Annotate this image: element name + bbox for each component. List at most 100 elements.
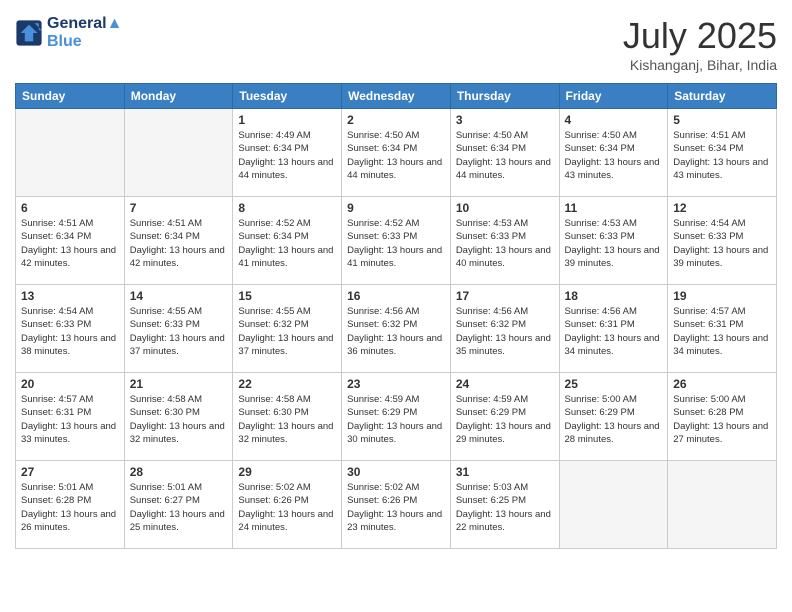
calendar-cell: 21 Sunrise: 4:58 AM Sunset: 6:30 PM Dayli…	[124, 373, 233, 461]
weekday-header-row: SundayMondayTuesdayWednesdayThursdayFrid…	[16, 84, 777, 109]
week-row-1: 1Sunrise: 4:49 AM Sunset: 6:34 PM Daylig…	[16, 109, 777, 197]
day-number: 27	[21, 465, 119, 479]
day-number: 24	[456, 377, 554, 391]
day-info: Sunrise: 5:00 AM Sunset: 6:28 PM Dayligh…	[673, 393, 771, 446]
day-info: Sunrise: 4:57 AM Sunset: 6:31 PM Dayligh…	[673, 305, 771, 358]
weekday-header-tuesday: Tuesday	[233, 84, 342, 109]
day-number: 29	[238, 465, 336, 479]
calendar-cell: 14 Sunrise: 4:55 AM Sunset: 6:33 PM Dayli…	[124, 285, 233, 373]
calendar-cell: 10 Sunrise: 4:53 AM Sunset: 6:33 PM Dayli…	[450, 197, 559, 285]
day-info: Sunrise: 5:02 AM Sunset: 6:26 PM Dayligh…	[238, 481, 336, 534]
day-number: 20	[21, 377, 119, 391]
calendar-cell: 9Sunrise: 4:52 AM Sunset: 6:33 PM Daylig…	[342, 197, 451, 285]
calendar-cell: 5 Sunrise: 4:51 AM Sunset: 6:34 PM Daylig…	[668, 109, 777, 197]
day-number: 21	[130, 377, 228, 391]
day-info: Sunrise: 4:51 AM Sunset: 6:34 PM Dayligh…	[130, 217, 228, 270]
calendar-cell: 24 Sunrise: 4:59 AM Sunset: 6:29 PM Dayli…	[450, 373, 559, 461]
week-row-5: 27Sunrise: 5:01 AM Sunset: 6:28 PM Dayli…	[16, 461, 777, 549]
day-info: Sunrise: 4:50 AM Sunset: 6:34 PM Dayligh…	[565, 129, 663, 182]
day-number: 2	[347, 113, 445, 127]
calendar-cell: 18 Sunrise: 4:56 AM Sunset: 6:31 PM Dayli…	[559, 285, 668, 373]
day-info: Sunrise: 4:51 AM Sunset: 6:34 PM Dayligh…	[673, 129, 771, 182]
day-info: Sunrise: 4:49 AM Sunset: 6:34 PM Dayligh…	[238, 129, 336, 182]
week-row-4: 20 Sunrise: 4:57 AM Sunset: 6:31 PM Dayli…	[16, 373, 777, 461]
day-info: Sunrise: 4:58 AM Sunset: 6:30 PM Dayligh…	[130, 393, 228, 446]
month-title: July 2025	[623, 15, 777, 57]
calendar-cell: 4 Sunrise: 4:50 AM Sunset: 6:34 PM Daylig…	[559, 109, 668, 197]
logo: General▲ Blue	[15, 15, 122, 52]
day-number: 23	[347, 377, 445, 391]
calendar-cell: 8Sunrise: 4:52 AM Sunset: 6:34 PM Daylig…	[233, 197, 342, 285]
day-info: Sunrise: 4:54 AM Sunset: 6:33 PM Dayligh…	[21, 305, 119, 358]
day-number: 25	[565, 377, 663, 391]
calendar-cell	[124, 109, 233, 197]
day-number: 22	[238, 377, 336, 391]
day-info: Sunrise: 4:54 AM Sunset: 6:33 PM Dayligh…	[673, 217, 771, 270]
day-number: 15	[238, 289, 336, 303]
header: General▲ Blue July 2025 Kishanganj, Biha…	[15, 15, 777, 73]
calendar-cell: 22 Sunrise: 4:58 AM Sunset: 6:30 PM Dayli…	[233, 373, 342, 461]
calendar-cell: 6 Sunrise: 4:51 AM Sunset: 6:34 PM Daylig…	[16, 197, 125, 285]
day-info: Sunrise: 4:57 AM Sunset: 6:31 PM Dayligh…	[21, 393, 119, 446]
day-info: Sunrise: 4:50 AM Sunset: 6:34 PM Dayligh…	[347, 129, 445, 182]
calendar-cell: 16Sunrise: 4:56 AM Sunset: 6:32 PM Dayli…	[342, 285, 451, 373]
day-info: Sunrise: 4:51 AM Sunset: 6:34 PM Dayligh…	[21, 217, 119, 270]
week-row-2: 6 Sunrise: 4:51 AM Sunset: 6:34 PM Daylig…	[16, 197, 777, 285]
day-number: 18	[565, 289, 663, 303]
calendar-cell: 23 Sunrise: 4:59 AM Sunset: 6:29 PM Dayli…	[342, 373, 451, 461]
day-number: 6	[21, 201, 119, 215]
day-info: Sunrise: 5:01 AM Sunset: 6:27 PM Dayligh…	[130, 481, 228, 534]
day-info: Sunrise: 4:55 AM Sunset: 6:32 PM Dayligh…	[238, 305, 336, 358]
weekday-header-monday: Monday	[124, 84, 233, 109]
day-number: 7	[130, 201, 228, 215]
calendar-cell: 25 Sunrise: 5:00 AM Sunset: 6:29 PM Dayli…	[559, 373, 668, 461]
day-number: 4	[565, 113, 663, 127]
calendar-cell: 31 Sunrise: 5:03 AM Sunset: 6:25 PM Dayli…	[450, 461, 559, 549]
day-number: 10	[456, 201, 554, 215]
calendar-cell	[559, 461, 668, 549]
calendar-cell: 12 Sunrise: 4:54 AM Sunset: 6:33 PM Dayli…	[668, 197, 777, 285]
day-info: Sunrise: 4:55 AM Sunset: 6:33 PM Dayligh…	[130, 305, 228, 358]
day-number: 3	[456, 113, 554, 127]
day-info: Sunrise: 4:59 AM Sunset: 6:29 PM Dayligh…	[456, 393, 554, 446]
week-row-3: 13Sunrise: 4:54 AM Sunset: 6:33 PM Dayli…	[16, 285, 777, 373]
day-info: Sunrise: 4:50 AM Sunset: 6:34 PM Dayligh…	[456, 129, 554, 182]
day-number: 28	[130, 465, 228, 479]
weekday-header-wednesday: Wednesday	[342, 84, 451, 109]
calendar-cell: 30 Sunrise: 5:02 AM Sunset: 6:26 PM Dayli…	[342, 461, 451, 549]
day-number: 19	[673, 289, 771, 303]
day-info: Sunrise: 4:59 AM Sunset: 6:29 PM Dayligh…	[347, 393, 445, 446]
day-info: Sunrise: 4:53 AM Sunset: 6:33 PM Dayligh…	[456, 217, 554, 270]
calendar-cell	[16, 109, 125, 197]
day-info: Sunrise: 4:58 AM Sunset: 6:30 PM Dayligh…	[238, 393, 336, 446]
calendar-cell	[668, 461, 777, 549]
calendar-cell: 2 Sunrise: 4:50 AM Sunset: 6:34 PM Daylig…	[342, 109, 451, 197]
day-info: Sunrise: 4:52 AM Sunset: 6:33 PM Dayligh…	[347, 217, 445, 270]
title-section: July 2025 Kishanganj, Bihar, India	[623, 15, 777, 73]
day-info: Sunrise: 5:00 AM Sunset: 6:29 PM Dayligh…	[565, 393, 663, 446]
day-number: 5	[673, 113, 771, 127]
calendar-cell: 3 Sunrise: 4:50 AM Sunset: 6:34 PM Daylig…	[450, 109, 559, 197]
day-number: 31	[456, 465, 554, 479]
logo-icon	[15, 19, 43, 47]
calendar-page: General▲ Blue July 2025 Kishanganj, Biha…	[0, 0, 792, 612]
day-info: Sunrise: 5:02 AM Sunset: 6:26 PM Dayligh…	[347, 481, 445, 534]
day-info: Sunrise: 4:56 AM Sunset: 6:32 PM Dayligh…	[347, 305, 445, 358]
day-number: 14	[130, 289, 228, 303]
day-info: Sunrise: 5:03 AM Sunset: 6:25 PM Dayligh…	[456, 481, 554, 534]
calendar-cell: 27Sunrise: 5:01 AM Sunset: 6:28 PM Dayli…	[16, 461, 125, 549]
calendar-cell: 15 Sunrise: 4:55 AM Sunset: 6:32 PM Dayli…	[233, 285, 342, 373]
day-info: Sunrise: 4:56 AM Sunset: 6:31 PM Dayligh…	[565, 305, 663, 358]
day-info: Sunrise: 4:53 AM Sunset: 6:33 PM Dayligh…	[565, 217, 663, 270]
calendar-cell: 29 Sunrise: 5:02 AM Sunset: 6:26 PM Dayli…	[233, 461, 342, 549]
calendar-cell: 13Sunrise: 4:54 AM Sunset: 6:33 PM Dayli…	[16, 285, 125, 373]
day-number: 12	[673, 201, 771, 215]
calendar-cell: 11Sunrise: 4:53 AM Sunset: 6:33 PM Dayli…	[559, 197, 668, 285]
weekday-header-friday: Friday	[559, 84, 668, 109]
location-subtitle: Kishanganj, Bihar, India	[623, 57, 777, 73]
weekday-header-thursday: Thursday	[450, 84, 559, 109]
calendar-cell: 28 Sunrise: 5:01 AM Sunset: 6:27 PM Dayli…	[124, 461, 233, 549]
day-number: 17	[456, 289, 554, 303]
day-number: 30	[347, 465, 445, 479]
day-number: 26	[673, 377, 771, 391]
